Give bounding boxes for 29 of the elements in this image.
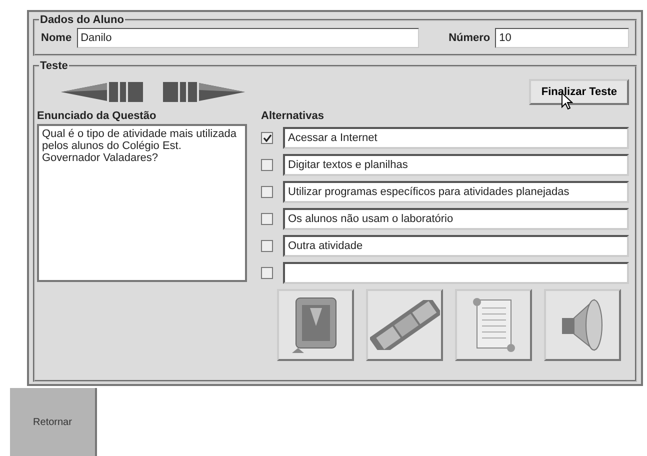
checkbox[interactable]	[261, 267, 273, 279]
answer-field[interactable]: Digitar textos e planilhas	[283, 154, 629, 176]
answer-field[interactable]: Outra atividade	[283, 235, 629, 257]
next-arrow-icon[interactable]	[163, 81, 245, 103]
answer-field[interactable]	[283, 262, 629, 284]
checkbox[interactable]	[261, 132, 273, 144]
video-media-button[interactable]	[366, 289, 443, 361]
answer-field[interactable]: Utilizar programas específicos para atividades planejadas	[283, 181, 629, 203]
name-field[interactable]: Danilo	[76, 28, 419, 48]
question-text: Qual é o tipo de atividade mais utilizada pelos alunos do Colégio Est. Governador Valadares?	[37, 124, 247, 282]
audio-media-button[interactable]	[544, 289, 621, 361]
checkbox[interactable]	[261, 159, 273, 171]
previous-arrow-icon[interactable]	[61, 81, 143, 103]
question-label: Enunciado da Questão	[37, 110, 158, 122]
image-media-button[interactable]	[277, 289, 354, 361]
return-button[interactable]: Retornar	[10, 388, 97, 456]
checkbox[interactable]	[261, 186, 273, 198]
group-title: Teste	[39, 60, 69, 72]
checkbox[interactable]	[261, 240, 273, 252]
answer-field[interactable]: Os alunos não usam o laboratório	[283, 208, 629, 230]
alternatives-label: Alternativas	[261, 110, 325, 122]
checkbox[interactable]	[261, 213, 273, 225]
finish-test-button[interactable]: Finalizar Teste	[529, 79, 629, 105]
text-media-button[interactable]	[455, 289, 532, 361]
name-label: Nome	[41, 32, 72, 44]
number-field[interactable]: 10	[495, 28, 629, 48]
group-title: Dados do Aluno	[39, 14, 125, 26]
number-label: Número	[448, 32, 490, 44]
answer-field[interactable]: Acessar a Internet	[283, 127, 629, 149]
